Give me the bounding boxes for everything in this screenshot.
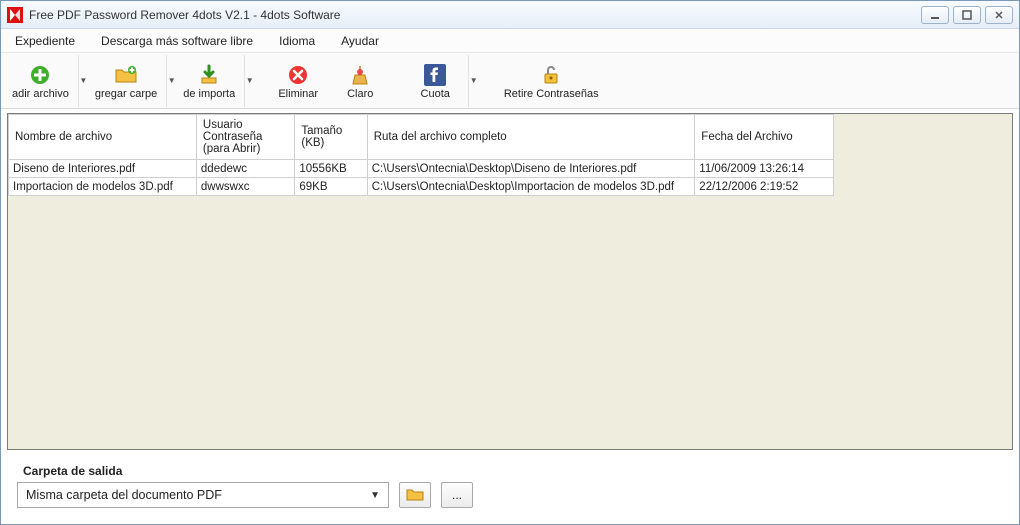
file-grid-wrapper: Nombre de archivo Usuario Contraseña (pa… [7, 113, 1013, 450]
output-folder-value: Misma carpeta del documento PDF [26, 488, 370, 502]
share-label: Cuota [421, 88, 450, 100]
plus-icon [29, 62, 51, 88]
output-section: Carpeta de salida Misma carpeta del docu… [7, 458, 1013, 518]
import-icon [198, 62, 220, 88]
menu-expediente[interactable]: Expediente [11, 32, 79, 50]
menu-idioma[interactable]: Idioma [275, 32, 319, 50]
add-folder-button[interactable]: gregar carpe [88, 55, 164, 107]
clear-button[interactable]: Claro [329, 55, 391, 107]
add-folder-label: gregar carpe [95, 88, 157, 100]
menubar: Expediente Descarga más software libre I… [1, 29, 1019, 53]
cell-fullpath: C:\Users\Ontecnia\Desktop\Diseno de Inte… [367, 160, 695, 178]
col-user-password[interactable]: Usuario Contraseña (para Abrir) [196, 115, 294, 160]
cell-user_pw: ddedewc [196, 160, 294, 178]
browse-folder-button[interactable] [399, 482, 431, 508]
unlock-icon [540, 62, 562, 88]
menu-descarga[interactable]: Descarga más software libre [97, 32, 257, 50]
col-filedate[interactable]: Fecha del Archivo [695, 115, 834, 160]
cell-size: 10556KB [295, 160, 367, 178]
toolbar: adir archivo ▼ gregar carpe ▼ de importa… [1, 53, 1019, 109]
col-fullpath[interactable]: Ruta del archivo completo [367, 115, 695, 160]
chevron-down-icon: ▼ [246, 76, 254, 85]
delete-icon [287, 62, 309, 88]
add-file-button[interactable]: adir archivo [5, 55, 76, 107]
window-buttons [921, 6, 1013, 24]
file-grid-scroll[interactable]: Nombre de archivo Usuario Contraseña (pa… [8, 114, 1012, 449]
col-size[interactable]: Tamaño (KB) [295, 115, 367, 160]
table-row[interactable]: Diseno de Interiores.pdfddedewc10556KBC:… [9, 160, 834, 178]
cell-filename: Importacion de modelos 3D.pdf [9, 178, 197, 196]
file-grid: Nombre de archivo Usuario Contraseña (pa… [8, 114, 834, 196]
cell-fullpath: C:\Users\Ontecnia\Desktop\Importacion de… [367, 178, 695, 196]
chevron-down-icon: ▼ [168, 76, 176, 85]
output-folder-label: Carpeta de salida [23, 464, 1003, 478]
share-button[interactable]: Cuota [404, 55, 466, 107]
chevron-down-icon: ▼ [79, 76, 87, 85]
cell-size: 69KB [295, 178, 367, 196]
add-folder-dropdown[interactable]: ▼ [166, 55, 176, 107]
import-button[interactable]: de importa [176, 55, 242, 107]
minimize-button[interactable] [921, 6, 949, 24]
content-area: Nombre de archivo Usuario Contraseña (pa… [1, 109, 1019, 524]
output-folder-combo[interactable]: Misma carpeta del documento PDF ▼ [17, 482, 389, 508]
cell-filename: Diseno de Interiores.pdf [9, 160, 197, 178]
import-dropdown[interactable]: ▼ [244, 55, 254, 107]
close-button[interactable] [985, 6, 1013, 24]
clear-label: Claro [347, 88, 373, 100]
maximize-button[interactable] [953, 6, 981, 24]
app-icon [7, 7, 23, 23]
output-row: Misma carpeta del documento PDF ▼ ... [17, 482, 1003, 508]
folder-icon [406, 487, 424, 504]
cell-filedate: 22/12/2006 2:19:52 [695, 178, 834, 196]
share-dropdown[interactable]: ▼ [468, 55, 478, 107]
chevron-down-icon: ▼ [470, 76, 478, 85]
cell-user_pw: dwwswxc [196, 178, 294, 196]
app-window: Free PDF Password Remover 4dots V2.1 - 4… [0, 0, 1020, 525]
more-label: ... [452, 488, 462, 502]
facebook-icon [424, 62, 446, 88]
delete-button[interactable]: Eliminar [267, 55, 329, 107]
folder-plus-icon [114, 62, 138, 88]
add-file-dropdown[interactable]: ▼ [78, 55, 88, 107]
grid-header-row: Nombre de archivo Usuario Contraseña (pa… [9, 115, 834, 160]
col-filename[interactable]: Nombre de archivo [9, 115, 197, 160]
window-title: Free PDF Password Remover 4dots V2.1 - 4… [29, 8, 921, 22]
import-label: de importa [183, 88, 235, 100]
titlebar: Free PDF Password Remover 4dots V2.1 - 4… [1, 1, 1019, 29]
chevron-down-icon: ▼ [370, 490, 380, 501]
more-button[interactable]: ... [441, 482, 473, 508]
delete-label: Eliminar [278, 88, 318, 100]
remove-passwords-label: Retire Contraseñas [504, 88, 599, 100]
cell-filedate: 11/06/2009 13:26:14 [695, 160, 834, 178]
menu-ayudar[interactable]: Ayudar [337, 32, 383, 50]
table-row[interactable]: Importacion de modelos 3D.pdfdwwswxc69KB… [9, 178, 834, 196]
broom-icon [349, 62, 371, 88]
remove-passwords-button[interactable]: Retire Contraseñas [491, 55, 611, 107]
add-file-label: adir archivo [12, 88, 69, 100]
